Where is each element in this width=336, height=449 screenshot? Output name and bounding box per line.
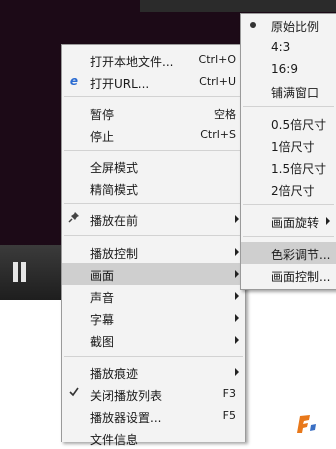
menu-item-screenshot[interactable]: 截图	[62, 329, 245, 351]
chevron-right-icon	[235, 368, 239, 376]
menu-item-stop[interactable]: 停止 Ctrl+S	[62, 124, 245, 146]
chevron-right-icon	[235, 314, 239, 322]
menu-item-pause[interactable]: 暂停 空格	[62, 102, 245, 124]
menu-item-file-info[interactable]: 文件信息	[62, 427, 245, 449]
pin-icon	[67, 211, 81, 225]
menu-item-label: 关闭播放列表	[90, 389, 163, 403]
menu-item-label: 1.5倍尺寸	[271, 162, 327, 176]
menu-item-fullscreen[interactable]: 全屏模式	[62, 155, 245, 177]
submenu-item-picture-control[interactable]: 画面控制...	[241, 264, 336, 286]
menu-item-label: 0.5倍尺寸	[271, 118, 327, 132]
menu-item-label: 声音	[90, 291, 115, 305]
control-bar	[0, 245, 62, 300]
menu-item-open-local[interactable]: 打开本地文件... Ctrl+O	[62, 49, 245, 71]
video-area-top-strip	[140, 0, 336, 12]
chevron-right-icon	[235, 292, 239, 300]
menu-item-playback-control[interactable]: 播放控制	[62, 241, 245, 263]
chevron-right-icon	[235, 336, 239, 344]
menu-item-label: 播放器设置...	[90, 411, 162, 425]
submenu-item-size-2[interactable]: 2倍尺寸	[241, 178, 336, 200]
submenu-item-size-1[interactable]: 1倍尺寸	[241, 134, 336, 156]
menu-separator	[64, 235, 243, 236]
menu-item-compact[interactable]: 精简模式	[62, 177, 245, 199]
picture-submenu: 原始比例 4:3 16:9 铺满窗口 0.5倍尺寸 1倍尺寸 1.5倍尺寸 2倍…	[240, 13, 336, 290]
menu-item-label: 播放痕迹	[90, 367, 139, 381]
submenu-item-original-ratio[interactable]: 原始比例	[241, 14, 336, 36]
menu-item-audio[interactable]: 声音	[62, 285, 245, 307]
menu-separator	[243, 236, 334, 237]
chevron-right-icon	[326, 217, 330, 225]
submenu-item-ratio-16-9[interactable]: 16:9	[241, 58, 336, 80]
menu-item-subtitle[interactable]: 字幕	[62, 307, 245, 329]
menu-item-label: 截图	[90, 335, 115, 349]
submenu-item-ratio-4-3[interactable]: 4:3	[241, 36, 336, 58]
submenu-item-size-half[interactable]: 0.5倍尺寸	[241, 112, 336, 134]
menu-separator	[64, 96, 243, 97]
menu-item-label: 4:3	[271, 40, 291, 54]
menu-item-label: 播放控制	[90, 247, 139, 261]
submenu-item-fill-window[interactable]: 铺满窗口	[241, 80, 336, 102]
menu-item-open-url[interactable]: e 打开URL... Ctrl+U	[62, 71, 245, 93]
menu-item-label: 字幕	[90, 313, 115, 327]
menu-item-label: 精简模式	[90, 183, 139, 197]
menu-item-label: 2倍尺寸	[271, 184, 315, 198]
menu-item-on-top[interactable]: 播放在前	[62, 208, 245, 230]
submenu-item-size-1-5[interactable]: 1.5倍尺寸	[241, 156, 336, 178]
menu-item-settings[interactable]: 播放器设置... F5	[62, 405, 245, 427]
menu-item-label: 1倍尺寸	[271, 140, 315, 154]
chevron-right-icon	[235, 215, 239, 223]
pause-icon[interactable]	[11, 262, 27, 284]
menu-separator	[64, 356, 243, 357]
radio-dot-icon	[250, 22, 256, 28]
menu-separator	[64, 203, 243, 204]
menu-item-label: 色彩调节...	[271, 248, 331, 262]
check-icon	[67, 386, 81, 400]
ie-icon: e	[69, 74, 79, 88]
menu-item-label: 打开本地文件...	[90, 55, 174, 69]
context-menu: 打开本地文件... Ctrl+O e 打开URL... Ctrl+U 暂停 空格…	[61, 44, 246, 447]
menu-item-label: 原始比例	[271, 20, 320, 34]
menu-item-label: 打开URL...	[90, 77, 150, 91]
shortcut-label: F5	[222, 409, 236, 422]
shortcut-label: Ctrl+S	[200, 128, 236, 141]
menu-item-label: 16:9	[271, 62, 298, 76]
menu-item-label: 停止	[90, 130, 115, 144]
menu-item-close-playlist[interactable]: 关闭播放列表 F3	[62, 383, 245, 405]
menu-item-picture[interactable]: 画面	[62, 263, 245, 285]
shortcut-label: Ctrl+O	[198, 53, 236, 66]
chevron-right-icon	[235, 270, 239, 278]
menu-separator	[243, 106, 334, 107]
menu-separator	[64, 150, 243, 151]
menu-item-label: 播放在前	[90, 214, 139, 228]
submenu-item-color-adjust[interactable]: 色彩调节...	[241, 242, 336, 264]
menu-separator	[243, 204, 334, 205]
shortcut-label: F3	[222, 387, 236, 400]
menu-item-label: 暂停	[90, 108, 115, 122]
menu-item-history[interactable]: 播放痕迹	[62, 361, 245, 383]
shortcut-label: Ctrl+U	[199, 75, 236, 88]
menu-item-label: 画面控制...	[271, 270, 331, 284]
menu-item-label: 画面旋转	[271, 216, 320, 230]
menu-item-label: 文件信息	[90, 433, 139, 447]
chevron-right-icon	[235, 248, 239, 256]
menu-item-label: 全屏模式	[90, 161, 139, 175]
submenu-item-rotate[interactable]: 画面旋转	[241, 210, 336, 232]
menu-item-label: 画面	[90, 269, 115, 283]
brand-logo-icon	[295, 412, 319, 436]
menu-item-label: 铺满窗口	[271, 86, 320, 100]
shortcut-label: 空格	[214, 108, 236, 121]
